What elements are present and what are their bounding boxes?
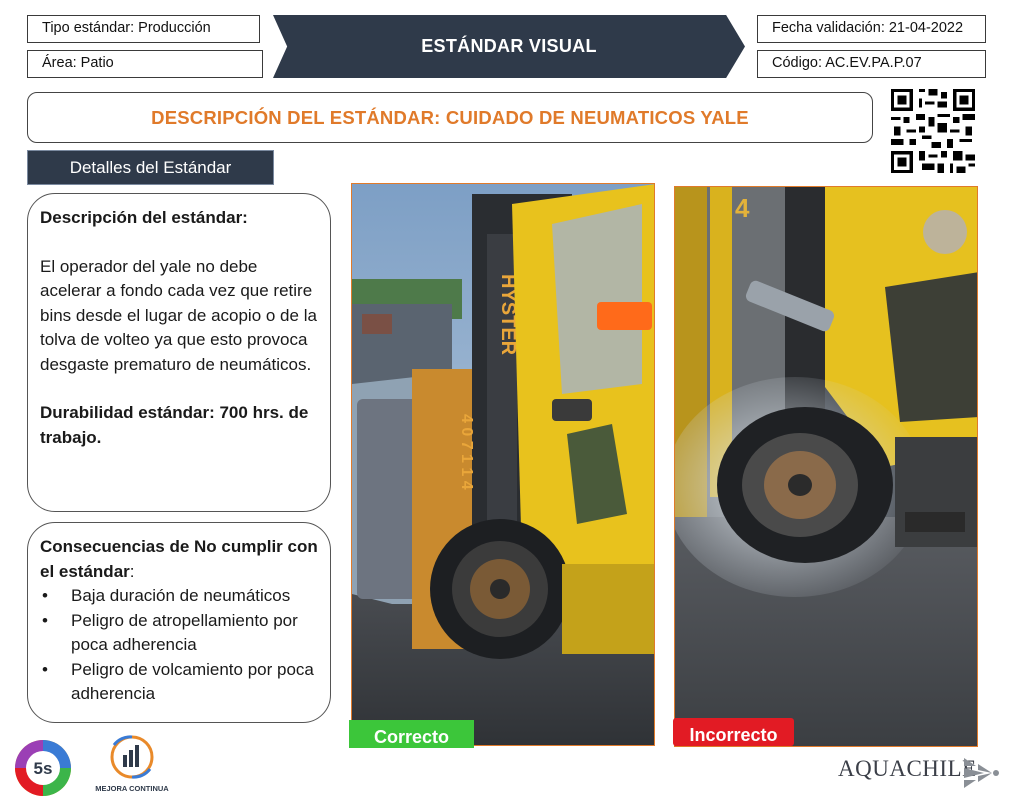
five-s-text: 5s — [34, 759, 53, 778]
banner-title: ESTÁNDAR VISUAL — [273, 15, 745, 78]
mejora-continua-text: MEJORA CONTINUA — [95, 784, 169, 793]
consequences-card: Consecuencias de No cumplir con el están… — [27, 522, 331, 723]
codigo-box: Código: AC.EV.PA.P.07 — [757, 50, 986, 78]
list-item: Peligro de volcamiento por poca adherenc… — [40, 658, 318, 707]
five-s-logo-icon: 5s — [15, 740, 71, 796]
aquachile-mark-icon — [964, 758, 999, 788]
consequences-heading: Consecuencias de No cumplir con el están… — [40, 537, 318, 581]
standard-heading: Descripción del estándar: — [40, 208, 248, 227]
area-box: Área: Patio — [27, 50, 263, 78]
mejora-continua-logo: MEJORA CONTINUA — [92, 733, 172, 800]
standard-durability: Durabilidad estándar: 700 hrs. de trabaj… — [40, 403, 309, 447]
standard-body: El operador del yale no debe acelerar a … — [40, 256, 317, 374]
incorrect-forklift-image: 4 — [675, 187, 977, 746]
tipo-estandar-text: Tipo estándar: Producción — [42, 20, 211, 36]
incorrect-photo: 4 — [674, 186, 978, 747]
correct-photo: HYSTER 4 0 7 1 1 4 — [351, 183, 655, 746]
consequences-list: Baja duración de neumáticos Peligro de a… — [40, 584, 318, 707]
panel-number-text: 4 — [735, 193, 750, 223]
tab-detalles-estandar[interactable]: Detalles del Estándar — [27, 150, 274, 185]
mejora-continua-icon — [110, 735, 154, 779]
description-title: DESCRIPCIÓN DEL ESTÁNDAR: CUIDADO DE NEU… — [27, 92, 873, 143]
list-item: Baja duración de neumáticos — [40, 584, 318, 609]
fecha-box: Fecha validación: 21-04-2022 — [757, 15, 986, 43]
mast-number-text: 4 0 7 1 1 4 — [458, 414, 475, 490]
standard-description-card: Descripción del estándar: El operador de… — [27, 193, 331, 512]
qr-code-icon[interactable] — [888, 86, 978, 176]
correct-forklift-image: HYSTER 4 0 7 1 1 4 — [352, 184, 654, 745]
area-text: Área: Patio — [42, 55, 114, 71]
correct-label: Correcto — [349, 720, 474, 748]
fecha-text: Fecha validación: 21-04-2022 — [772, 20, 964, 36]
list-item: Peligro de atropellamiento por poca adhe… — [40, 609, 318, 658]
incorrect-label: Incorrecto — [673, 718, 794, 746]
codigo-text: Código: AC.EV.PA.P.07 — [772, 55, 922, 71]
aquachile-brand-text: AQUACHILE — [838, 756, 977, 781]
tipo-estandar-box: Tipo estándar: Producción — [27, 15, 260, 43]
